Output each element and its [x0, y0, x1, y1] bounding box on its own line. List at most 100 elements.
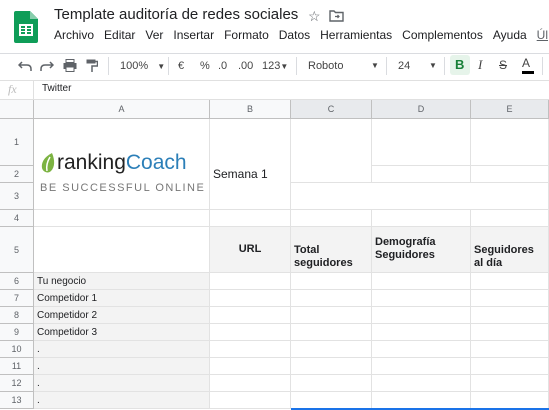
paint-format-icon[interactable]: [86, 59, 98, 73]
table-cell[interactable]: [471, 273, 549, 290]
row-header-6[interactable]: 6: [0, 273, 34, 290]
row-header-10[interactable]: 10: [0, 341, 34, 358]
table-cell[interactable]: [372, 324, 471, 341]
cell-d1[interactable]: [372, 119, 471, 166]
increase-decimal-button[interactable]: .00: [238, 58, 253, 74]
table-cell[interactable]: [210, 324, 291, 341]
bold-button[interactable]: B: [455, 57, 464, 73]
table-cell[interactable]: [471, 307, 549, 324]
percent-button[interactable]: %: [200, 58, 210, 74]
table-cell[interactable]: [471, 341, 549, 358]
column-header-a[interactable]: A: [34, 100, 210, 119]
table-cell[interactable]: [372, 273, 471, 290]
row-header-2[interactable]: 2: [0, 166, 34, 183]
entity-cell[interactable]: .: [34, 392, 210, 409]
menu-datos[interactable]: Datos: [279, 28, 310, 46]
table-cell[interactable]: [471, 392, 549, 409]
cell-c3[interactable]: [291, 183, 549, 210]
row-header-7[interactable]: 7: [0, 290, 34, 307]
strikethrough-button[interactable]: S: [499, 57, 507, 73]
cell-c1[interactable]: [291, 119, 372, 183]
italic-button[interactable]: I: [478, 57, 482, 73]
table-cell[interactable]: [210, 273, 291, 290]
menu-archivo[interactable]: Archivo: [54, 28, 94, 46]
select-all-corner[interactable]: [0, 100, 34, 119]
menu-herramientas[interactable]: Herramientas: [320, 28, 392, 46]
row-header-4[interactable]: 4: [0, 210, 34, 227]
font-select[interactable]: Roboto ▼: [308, 58, 379, 74]
header-total-seguidores[interactable]: Total seguidores: [291, 227, 372, 273]
table-cell[interactable]: [210, 375, 291, 392]
row-header-11[interactable]: 11: [0, 358, 34, 375]
column-header-e[interactable]: E: [471, 100, 549, 119]
last-edit-link[interactable]: Úl: [537, 28, 548, 46]
cell-d4[interactable]: [372, 210, 471, 227]
entity-cell[interactable]: .: [34, 341, 210, 358]
table-cell[interactable]: [372, 341, 471, 358]
column-header-b[interactable]: B: [210, 100, 291, 119]
table-cell[interactable]: [210, 307, 291, 324]
more-formats-select[interactable]: 123▼: [262, 58, 288, 75]
row-header-9[interactable]: 9: [0, 324, 34, 341]
table-cell[interactable]: [471, 290, 549, 307]
row-header-13[interactable]: 13: [0, 392, 34, 409]
header-seguidores-dia[interactable]: Seguidores al día: [471, 227, 549, 273]
star-icon[interactable]: ☆: [308, 8, 321, 25]
table-cell[interactable]: [372, 375, 471, 392]
entity-cell[interactable]: .: [34, 375, 210, 392]
menu-formato[interactable]: Formato: [224, 28, 269, 46]
table-cell[interactable]: [372, 307, 471, 324]
row-header-3[interactable]: 3: [0, 183, 34, 210]
column-header-d[interactable]: D: [372, 100, 471, 119]
cell-d2[interactable]: [372, 166, 471, 183]
undo-icon[interactable]: [18, 60, 32, 72]
table-cell[interactable]: [210, 290, 291, 307]
entity-cell[interactable]: Tu negocio: [34, 273, 210, 290]
table-cell[interactable]: [210, 341, 291, 358]
table-cell[interactable]: [210, 358, 291, 375]
table-cell[interactable]: [210, 392, 291, 409]
header-url[interactable]: URL: [210, 227, 291, 273]
row-header-1[interactable]: 1: [0, 119, 34, 166]
table-cell[interactable]: [471, 324, 549, 341]
table-cell[interactable]: [291, 392, 372, 409]
table-cell[interactable]: [471, 358, 549, 375]
table-cell[interactable]: [291, 358, 372, 375]
menu-insertar[interactable]: Insertar: [173, 28, 214, 46]
table-cell[interactable]: [291, 273, 372, 290]
menu-ayuda[interactable]: Ayuda: [493, 28, 527, 46]
currency-button[interactable]: €: [178, 58, 184, 74]
print-icon[interactable]: [63, 59, 77, 72]
entity-cell[interactable]: .: [34, 358, 210, 375]
row-header-8[interactable]: 8: [0, 307, 34, 324]
cell-e1[interactable]: [471, 119, 549, 166]
formula-input[interactable]: Twitter: [42, 83, 71, 94]
font-size-select[interactable]: 24 ▼: [398, 58, 438, 74]
cell-e4[interactable]: [471, 210, 549, 227]
cell-a4[interactable]: [34, 210, 210, 227]
menu-complementos[interactable]: Complementos: [402, 28, 483, 46]
menu-ver[interactable]: Ver: [145, 28, 163, 46]
menu-editar[interactable]: Editar: [104, 28, 135, 46]
cell-b4[interactable]: [210, 210, 291, 227]
table-cell[interactable]: [372, 392, 471, 409]
semana-cell[interactable]: [210, 119, 291, 210]
move-folder-icon[interactable]: [329, 9, 344, 22]
entity-cell[interactable]: Competidor 3: [34, 324, 210, 341]
table-cell[interactable]: [471, 375, 549, 392]
text-color-button[interactable]: A: [522, 55, 534, 74]
row-header-5[interactable]: 5: [0, 227, 34, 273]
table-cell[interactable]: [291, 375, 372, 392]
document-title[interactable]: Template auditoría de redes sociales: [54, 6, 298, 23]
table-cell[interactable]: [372, 358, 471, 375]
header-demografia[interactable]: Demografía Seguidores: [372, 227, 471, 273]
decrease-decimal-button[interactable]: .0: [218, 58, 227, 74]
zoom-select[interactable]: 100% ▼: [120, 58, 165, 75]
cell-e2[interactable]: [471, 166, 549, 183]
table-cell[interactable]: [291, 307, 372, 324]
cell-c4[interactable]: [291, 210, 372, 227]
table-cell[interactable]: [291, 341, 372, 358]
entity-cell[interactable]: Competidor 1: [34, 290, 210, 307]
redo-icon[interactable]: [40, 60, 54, 72]
column-header-c[interactable]: C: [291, 100, 372, 119]
